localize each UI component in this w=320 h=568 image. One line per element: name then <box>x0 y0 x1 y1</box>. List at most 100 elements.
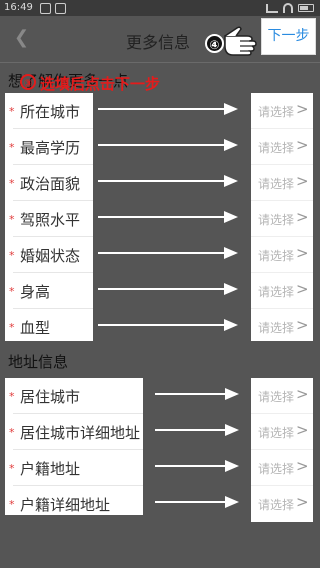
select-placeholder: 请选择 <box>258 105 295 119</box>
height-select[interactable]: 请选择 > <box>251 273 313 309</box>
status-time: 16:49 <box>4 2 33 13</box>
field-label: 所在城市 <box>20 103 81 121</box>
select-placeholder: 请选择 <box>258 213 295 227</box>
field-label: 居住城市 <box>20 388 81 406</box>
arrow-icon <box>98 247 238 259</box>
next-step-button[interactable]: 下一步 <box>261 18 316 55</box>
chevron-right-icon: > <box>296 316 309 334</box>
pointing-hand-icon <box>224 26 257 56</box>
form-row-city[interactable]: * 所在城市 <box>5 93 93 129</box>
arrow-icon <box>98 139 238 151</box>
step-3-marker: ③ <box>20 74 36 90</box>
profile-values-panel: 请选择 > 请选择 > 请选择 > 请选择 > 请选择 > 请选择 > 请选择 > <box>251 93 313 341</box>
battery-icon <box>298 4 314 12</box>
field-label: 政治面貌 <box>20 175 81 193</box>
field-label: 户籍详细地址 <box>20 496 111 514</box>
required-marker: * <box>9 426 15 439</box>
required-marker: * <box>9 213 15 226</box>
field-label: 驾照水平 <box>20 211 81 229</box>
form-row-political-status[interactable]: * 政治面貌 <box>5 165 93 201</box>
residence-address-select[interactable]: 请选择 > <box>251 414 313 450</box>
required-marker: * <box>9 498 15 511</box>
political-status-select[interactable]: 请选择 > <box>251 165 313 201</box>
step-3-annotation: ③ 选填后点击下一步 <box>20 73 160 94</box>
chevron-right-icon: > <box>296 457 309 475</box>
app-notification-icon <box>40 3 51 14</box>
arrow-icon <box>155 496 240 508</box>
household-address-select[interactable]: 请选择 > <box>251 450 313 486</box>
arrow-icon <box>155 388 240 400</box>
app-notification-icon <box>55 3 66 14</box>
select-placeholder: 请选择 <box>258 462 295 476</box>
address-values-panel: 请选择 > 请选择 > 请选择 > 请选择 > <box>251 378 313 522</box>
select-placeholder: 请选择 <box>258 426 295 440</box>
select-placeholder: 请选择 <box>258 390 295 404</box>
select-placeholder: 请选择 <box>258 249 295 263</box>
form-row-height[interactable]: * 身高 <box>5 273 93 309</box>
field-label: 身高 <box>20 283 51 301</box>
address-labels-panel: * 居住城市 * 居住城市详细地址 * 户籍地址 * 户籍详细地址 <box>5 378 143 515</box>
section-title-address: 地址信息 <box>8 353 69 371</box>
form-row-household-detail[interactable]: * 户籍详细地址 <box>5 486 143 522</box>
arrow-icon <box>98 319 238 331</box>
required-marker: * <box>9 105 15 118</box>
profile-labels-panel: * 所在城市 * 最高学历 * 政治面貌 * 驾照水平 * 婚姻状态 * 身高 * 血型 <box>5 93 93 341</box>
signal-icon <box>266 3 278 13</box>
arrow-icon <box>98 211 238 223</box>
select-placeholder: 请选择 <box>258 321 295 335</box>
required-marker: * <box>9 141 15 154</box>
required-marker: * <box>9 249 15 262</box>
field-label: 居住城市详细地址 <box>20 424 141 442</box>
required-marker: * <box>9 390 15 403</box>
chevron-right-icon: > <box>296 136 309 154</box>
field-label: 婚姻状态 <box>20 247 81 265</box>
select-placeholder: 请选择 <box>258 141 295 155</box>
required-marker: * <box>9 177 15 190</box>
form-row-blood-type[interactable]: * 血型 <box>5 309 93 345</box>
form-row-residence-city[interactable]: * 居住城市 <box>5 378 143 414</box>
field-label: 户籍地址 <box>20 460 81 478</box>
arrow-icon <box>98 175 238 187</box>
arrow-icon <box>155 460 240 472</box>
form-row-driving-level[interactable]: * 驾照水平 <box>5 201 93 237</box>
notification-icons <box>40 3 66 14</box>
chevron-right-icon: > <box>296 100 309 118</box>
back-icon[interactable]: ❮ <box>14 28 29 48</box>
arrow-icon <box>98 283 238 295</box>
chevron-right-icon: > <box>296 244 309 262</box>
chevron-right-icon: > <box>296 493 309 511</box>
field-label: 血型 <box>20 319 51 337</box>
select-placeholder: 请选择 <box>258 177 295 191</box>
form-row-education[interactable]: * 最高学历 <box>5 129 93 165</box>
marital-status-select[interactable]: 请选择 > <box>251 237 313 273</box>
driving-level-select[interactable]: 请选择 > <box>251 201 313 237</box>
required-marker: * <box>9 285 15 298</box>
field-label: 最高学历 <box>20 139 81 157</box>
education-select[interactable]: 请选择 > <box>251 129 313 165</box>
header-divider <box>0 62 320 63</box>
form-row-marital-status[interactable]: * 婚姻状态 <box>5 237 93 273</box>
page-title: 更多信息 <box>126 33 191 52</box>
wifi-icon <box>283 3 293 13</box>
household-detail-select[interactable]: 请选择 > <box>251 486 313 522</box>
arrow-icon <box>98 103 238 115</box>
chevron-right-icon: > <box>296 208 309 226</box>
residence-city-select[interactable]: 请选择 > <box>251 378 313 414</box>
step-4-marker: ④ <box>205 34 224 53</box>
required-marker: * <box>9 462 15 475</box>
arrow-icon <box>155 424 240 436</box>
step-3-text: 选填后点击下一步 <box>40 75 161 93</box>
chevron-right-icon: > <box>296 172 309 190</box>
chevron-right-icon: > <box>296 385 309 403</box>
blood-type-select[interactable]: 请选择 > <box>251 309 313 345</box>
chevron-right-icon: > <box>296 280 309 298</box>
form-row-residence-address[interactable]: * 居住城市详细地址 <box>5 414 143 450</box>
status-bar: 16:49 <box>0 0 320 16</box>
chevron-right-icon: > <box>296 421 309 439</box>
select-placeholder: 请选择 <box>258 285 295 299</box>
required-marker: * <box>9 321 15 334</box>
form-row-household-address[interactable]: * 户籍地址 <box>5 450 143 486</box>
status-right <box>266 3 314 13</box>
city-select[interactable]: 请选择 > <box>251 93 313 129</box>
select-placeholder: 请选择 <box>258 498 295 512</box>
